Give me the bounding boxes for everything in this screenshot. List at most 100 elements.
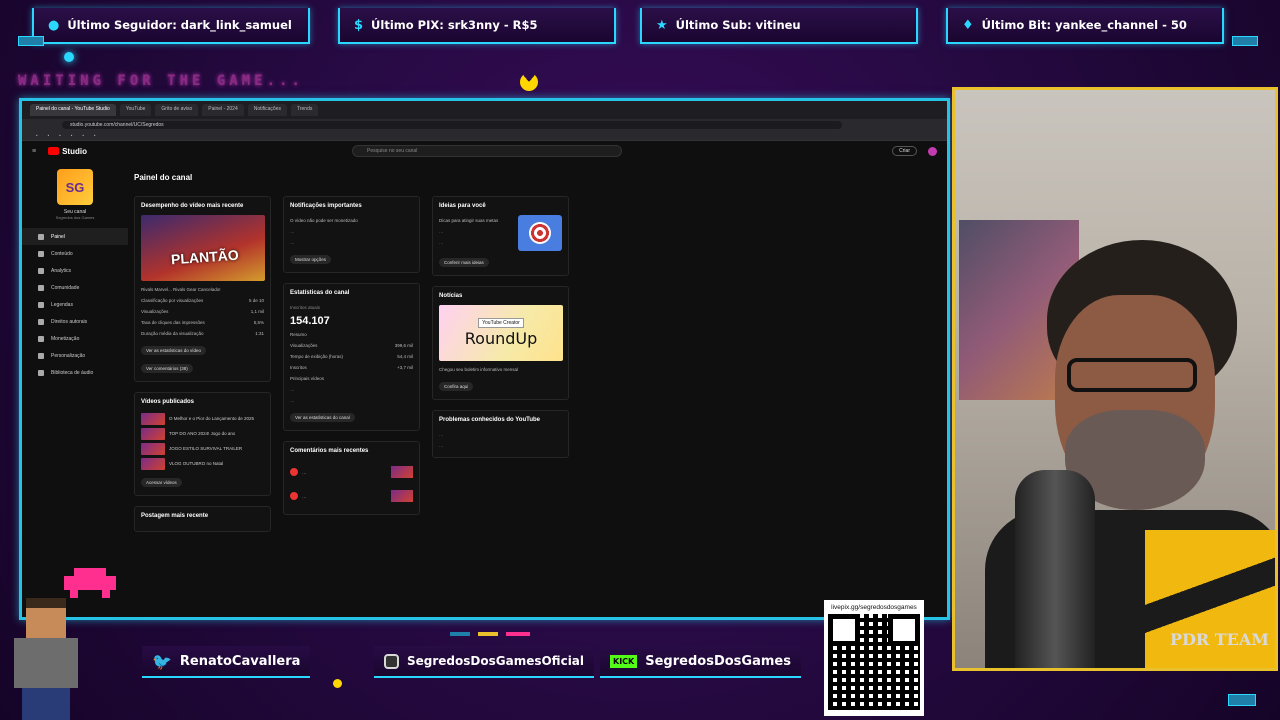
copyright-icon [38,318,44,325]
kick-label: SegredosDosGames [645,653,791,669]
show-options-button[interactable]: Mostrar opções [290,255,332,264]
stat-row: Visualizações 399,6 mil [290,340,413,351]
video-thumb [391,490,413,502]
browser-tab[interactable]: Painel do canal - YouTube Studio [30,104,116,116]
subscriber-count: 154.107 [290,315,330,327]
nav-painel[interactable]: Painel [22,228,128,245]
video-analytics-button[interactable]: Ver as estatísticas do vídeo [141,346,207,355]
column-1: Desempenho do vídeo mais recente PLANTÃO… [134,196,271,542]
stat-value: 1,1 mil [250,309,264,314]
nav-direitos[interactable]: Direitos autorais [22,313,128,330]
comment-row[interactable]: … [290,460,413,484]
subs-label-text: Inscritos atuais [290,305,321,310]
ideas-content: Dicas para atingir suas metas … … [439,215,562,251]
nav-monetizacao[interactable]: Monetização [22,330,128,347]
comment-row[interactable]: … [290,484,413,508]
shirt-stripe [1145,530,1275,668]
stat-value: +3,7 mil [397,365,413,370]
comment-text: … [302,493,307,499]
list-item[interactable]: JOGO ESTILO SURVIVAL TRAILER [141,441,264,456]
video-name: VLOG OUTUBRO no Natal [169,461,224,466]
stat-key: Taxa de cliques das impressões [141,320,205,325]
list-item[interactable]: VLOG OUTUBRO no Natal [141,456,264,471]
news-button[interactable]: Confira aqui [439,382,474,391]
video-thumbnail[interactable]: PLANTÃO [141,215,265,281]
pixel-head [26,598,66,638]
browser-tab[interactable]: Grito de aviso [155,104,199,116]
comment-text: … [302,469,307,475]
issue-row[interactable]: … [439,429,562,440]
alert-pix: $ Último PIX: srk3nny - R$5 [338,8,616,44]
browser-tab[interactable]: Painel - 2024 [202,104,244,116]
ideas-subtitle-text: Dicas para atingir suas metas [439,218,499,223]
news-caption: Chegou seu boletim informativo mensal [439,364,562,375]
address-bar[interactable]: studio.youtube.com/channel/UC/Segredos [62,121,842,129]
stat-key: Visualizações [141,309,169,314]
notification-label: O vídeo não pode ser monetizado [290,218,358,223]
money-icon [38,335,44,342]
nav-label: Conteúdo [51,250,73,257]
bookmark[interactable]: • [36,133,38,138]
nav-analytics[interactable]: Analytics [22,262,128,279]
studio-body: SG Seu canal Segredos dos Games Painel C… [22,161,947,617]
instagram-icon [384,653,399,669]
ideas-card: Ideias para você Dicas para atingir suas… [432,196,569,276]
qr-code-panel: livepix.gg/segredosdosgames [824,600,924,716]
channel-analytics-button[interactable]: Ver as estatísticas do canal [290,413,355,422]
user-icon: ● [48,17,60,33]
bookmark[interactable]: • [48,133,50,138]
glasses [1067,358,1197,392]
content-icon [38,250,44,257]
bookmark[interactable]: • [82,133,84,138]
published-videos-card: Vídeos publicados O Melhor e o Pior do L… [134,392,271,496]
nav-biblioteca[interactable]: Biblioteca de áudio [22,364,128,381]
nav-comunidade[interactable]: Comunidade [22,279,128,296]
bookmark[interactable]: • [71,133,73,138]
more-ideas-button[interactable]: Conferir mais ideias [439,258,489,267]
nav-personalizacao[interactable]: Personalização [22,347,128,364]
video-thumb [391,466,413,478]
studio-search[interactable]: Pesquise no seu canal [352,145,622,157]
bookmark[interactable]: • [94,133,96,138]
bookmark[interactable]: • [59,133,61,138]
bullseye-icon [529,222,551,244]
bookmarks-bar: • • • • • • [22,131,947,141]
nav-legendas[interactable]: Legendas [22,296,128,313]
news-card: Notícias YouTube Creator RoundUp Chegou … [432,286,569,400]
studio-logo[interactable]: Studio [48,147,87,156]
channel-avatar[interactable]: SG [57,169,93,205]
video-name: TOP DO ANO 2024! Jogo do ano [169,431,236,436]
ideas-subtitle: Dicas para atingir suas metas [439,215,514,226]
target-icon [518,215,562,251]
stat-value: 399,6 mil [394,343,413,348]
menu-icon[interactable]: ≡ [32,148,36,155]
nav-conteudo[interactable]: Conteúdo [22,245,128,262]
roundup-banner[interactable]: YouTube Creator RoundUp [439,305,563,361]
all-videos-button[interactable]: Acessar vídeos [141,478,182,487]
browser-tab[interactable]: Trends [290,104,319,116]
card-title: Ideias para você [439,203,486,209]
top-video-row[interactable]: … [290,395,413,406]
dashboard-main: Painel do canal Desempenho do vídeo mais… [128,161,947,617]
top-video-row[interactable]: … [290,384,413,395]
known-issues-card: Problemas conhecidos do YouTube … … [432,410,569,458]
studio-logo-text: Studio [62,146,87,156]
create-button[interactable]: Criar [892,146,917,156]
roundup-tag: YouTube Creator [478,318,524,328]
video-comments-button[interactable]: Ver comentários (38) [141,364,193,373]
recent-comments-card: Comentários mais recentes … … [283,441,420,515]
list-item[interactable]: TOP DO ANO 2024! Jogo do ano [141,426,264,441]
stat-key: Visualizações [290,343,318,348]
card-title: Problemas conhecidos do YouTube [439,417,541,423]
video-title[interactable]: Rivals Marvel... Rivals Gear Cancelado! [141,284,264,295]
browser-tab[interactable]: YouTube [119,104,152,116]
qr-url: livepix.gg/segredosdosgames [831,604,917,611]
deco-tab [1232,36,1258,46]
avatar[interactable] [928,146,937,156]
browser-tab[interactable]: Notificações [247,104,287,116]
notifications-card: Notificações importantes O vídeo não pod… [283,196,420,273]
list-item[interactable]: O Melhor e o Pior do Lançamento de 2025 [141,411,264,426]
summary-title-text: Resumo [290,332,307,337]
issue-row[interactable]: … [439,440,562,451]
notification-text: O vídeo não pode ser monetizado [290,215,413,226]
